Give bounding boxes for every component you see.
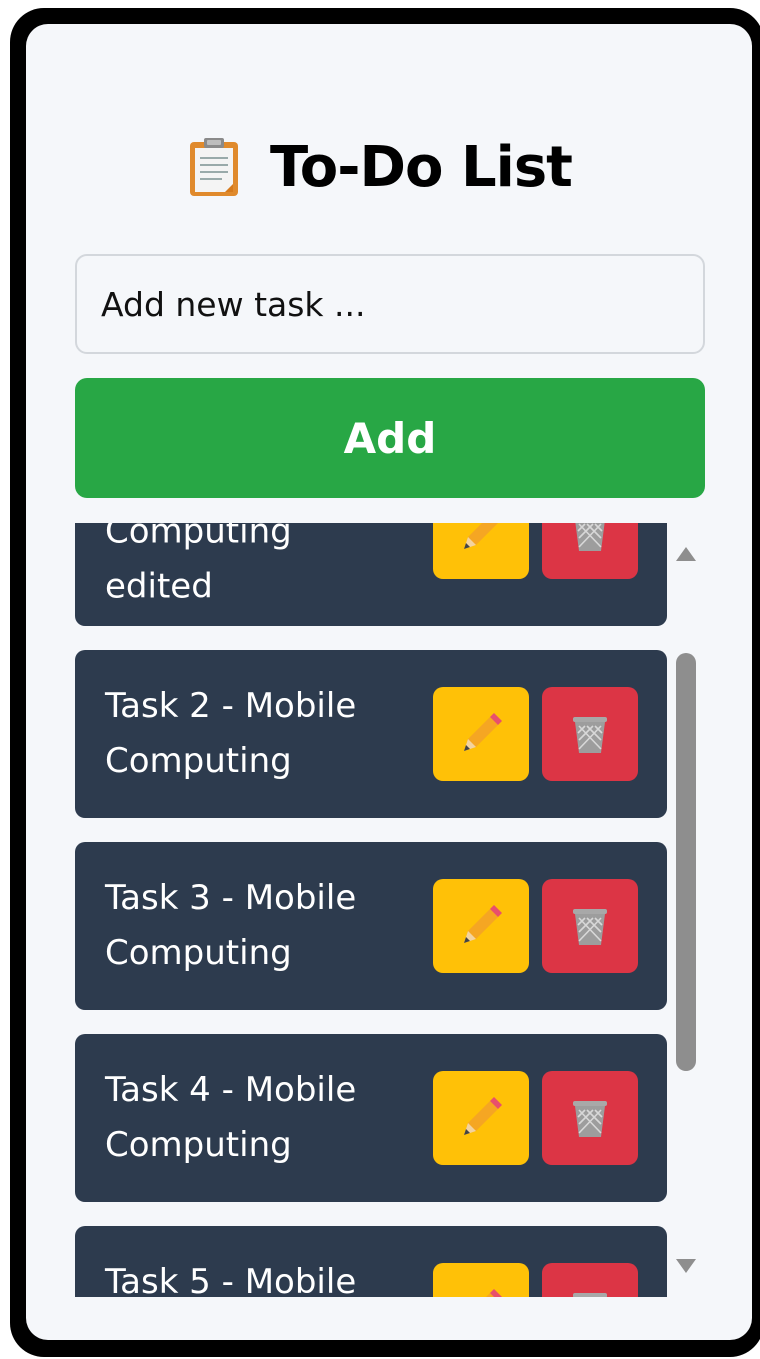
scrollbar-thumb[interactable] [676, 653, 696, 1071]
scroll-up-arrow-icon[interactable] [674, 541, 698, 565]
pencil-icon [464, 523, 498, 549]
task-text: Task 4 - Mobile Computing [105, 1070, 357, 1165]
scroll-down-arrow-icon[interactable] [674, 1255, 698, 1279]
wastebasket-icon [573, 717, 607, 753]
wastebasket-icon [573, 1101, 607, 1137]
task-item: Task 4 - Mobile Computing [75, 1034, 667, 1202]
delete-button[interactable] [542, 687, 638, 781]
pencil-icon [464, 713, 502, 751]
task-text: Task 1 - Mobile Computing edited [105, 523, 292, 607]
delete-button[interactable] [542, 523, 638, 579]
edit-button[interactable] [433, 523, 529, 579]
task-list-content: Task 1 - Mobile Computing edited Task 2 … [75, 523, 667, 1297]
task-item: Task 2 - Mobile Computing [75, 650, 667, 818]
pencil-icon [464, 1097, 502, 1135]
new-task-input[interactable] [75, 254, 705, 354]
edit-button[interactable] [433, 879, 529, 973]
delete-button[interactable] [542, 1263, 638, 1297]
task-text: Task 5 - Mobile Computing [105, 1262, 357, 1297]
pencil-icon [486, 1289, 502, 1297]
page-title: To-Do List [0, 132, 760, 202]
task-item: Task 1 - Mobile Computing edited [75, 523, 667, 626]
task-item: Task 3 - Mobile Computing [75, 842, 667, 1010]
wastebasket-icon [573, 909, 607, 945]
wastebasket-icon [575, 523, 605, 551]
delete-button[interactable] [542, 879, 638, 973]
task-item: Task 5 - Mobile Computing [75, 1226, 667, 1297]
pencil-icon [464, 905, 502, 943]
scrollbar[interactable] [667, 523, 705, 1297]
title-text: To-Do List [270, 134, 573, 200]
wastebasket-icon [573, 1293, 607, 1297]
delete-button[interactable] [542, 1071, 638, 1165]
task-text: Task 2 - Mobile Computing [105, 686, 357, 781]
add-button[interactable]: Add [75, 378, 705, 498]
task-text: Task 3 - Mobile Computing [105, 878, 357, 973]
edit-button[interactable] [433, 687, 529, 781]
clipboard-icon [190, 138, 239, 196]
edit-button[interactable] [433, 1263, 529, 1297]
task-list[interactable]: Task 1 - Mobile Computing edited Task 2 … [75, 523, 705, 1297]
edit-button[interactable] [433, 1071, 529, 1165]
